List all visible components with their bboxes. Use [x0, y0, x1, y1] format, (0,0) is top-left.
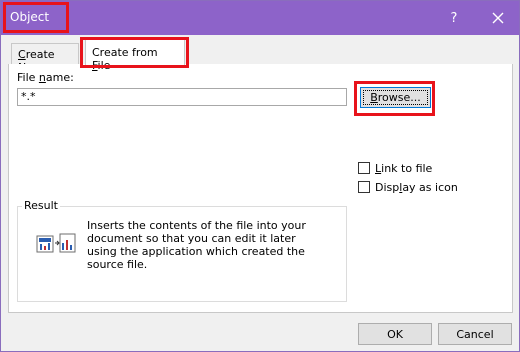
result-description: Inserts the contents of the file into yo… [87, 219, 306, 271]
link-to-file-checkbox[interactable] [358, 162, 370, 174]
file-name-input[interactable]: *.* [17, 88, 347, 106]
label-text: ink to file [381, 162, 433, 175]
dialog-title: Object [10, 10, 50, 24]
object-embed-icon [36, 231, 76, 255]
object-dialog: Object ? Create New Create from File Fil… [0, 0, 520, 352]
close-button[interactable] [477, 1, 519, 35]
tab-label-rest: ile [97, 59, 111, 72]
close-icon [492, 12, 504, 24]
tab-create-from-file[interactable]: Create from File [85, 39, 185, 72]
link-to-file-label[interactable]: Link to file [375, 162, 432, 175]
label-text-rest: ame: [45, 71, 74, 84]
label-text: Disp [375, 181, 400, 194]
label-text: File [17, 71, 39, 84]
result-title: Result [22, 199, 60, 212]
display-as-icon-checkbox[interactable] [358, 181, 370, 193]
tab-accel: C [18, 48, 26, 61]
title-bar: Object ? [1, 1, 519, 35]
file-name-label: File name: [17, 71, 74, 84]
label-accel: n [38, 71, 46, 84]
label-text-rest: ay as icon [402, 181, 458, 194]
tab-label: Create from [92, 46, 158, 59]
tab-create-new[interactable]: Create New [11, 43, 79, 74]
cancel-button[interactable]: Cancel [438, 323, 512, 345]
ok-button[interactable]: OK [358, 323, 432, 345]
focus-rect [363, 90, 428, 105]
help-icon: ? [450, 10, 458, 26]
display-as-icon-label[interactable]: Display as icon [375, 181, 458, 194]
browse-button[interactable]: Browse... [360, 87, 431, 108]
help-button[interactable]: ? [433, 1, 475, 35]
